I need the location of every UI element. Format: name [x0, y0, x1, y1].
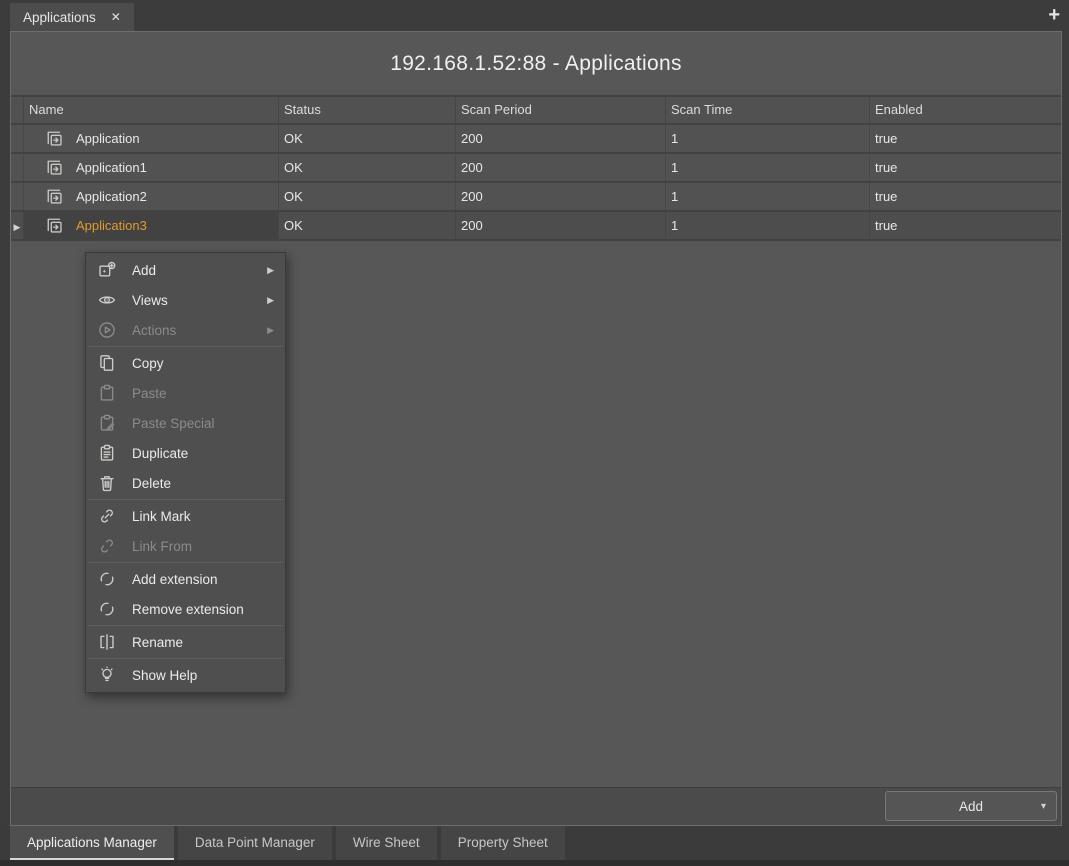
add-icon — [98, 261, 118, 279]
help-icon — [98, 666, 118, 684]
close-icon[interactable]: ✕ — [111, 10, 121, 24]
actions-icon — [98, 321, 118, 339]
menu-item-link-mark[interactable]: Link Mark — [86, 501, 285, 531]
cell-enabled: true — [870, 183, 1061, 210]
row-selector-gutter: ▶ — [11, 212, 24, 239]
table-row-application[interactable]: Application OK 200 1 true — [11, 125, 1061, 154]
application-name: Application1 — [76, 154, 147, 181]
extension-icon — [98, 600, 118, 618]
bottom-tab-bar: Applications ManagerData Point ManagerWi… — [0, 826, 1069, 860]
row-selector-gutter — [11, 183, 24, 210]
rename-icon — [98, 633, 118, 651]
tab-data-point-manager[interactable]: Data Point Manager — [178, 826, 332, 860]
column-header-gutter — [11, 97, 24, 123]
menu-item-actions: Actions ▶ — [86, 315, 285, 345]
menu-item-add-extension[interactable]: Add extension — [86, 564, 285, 594]
menu-separator — [88, 499, 283, 500]
cell-scan-time: 1 — [666, 125, 870, 152]
column-header-name[interactable]: Name — [24, 97, 279, 123]
table-row-application2[interactable]: Application2 OK 200 1 true — [11, 183, 1061, 212]
link-icon — [98, 507, 118, 525]
application-name: Application3 — [76, 212, 147, 239]
cell-enabled: true — [870, 154, 1061, 181]
context-menu: Add ▶ Views ▶ Actions ▶ Copy Paste Paste… — [85, 252, 286, 693]
column-header-scan-time[interactable]: Scan Time — [666, 97, 870, 123]
menu-item-delete[interactable]: Delete — [86, 468, 285, 498]
views-icon — [98, 291, 118, 309]
add-button[interactable]: Add ▾ — [885, 791, 1057, 821]
cell-name: Application3 — [24, 212, 279, 239]
menu-item-copy[interactable]: Copy — [86, 348, 285, 378]
bottom-bar: Applications ManagerData Point ManagerWi… — [0, 826, 1069, 866]
cell-name: Application1 — [24, 154, 279, 181]
cell-name: Application — [24, 125, 279, 152]
tab-wire-sheet[interactable]: Wire Sheet — [336, 826, 437, 860]
application-name: Application — [76, 125, 140, 152]
table-body: Application OK 200 1 true Application1 O… — [11, 125, 1061, 241]
menu-item-paste-special: Paste Special — [86, 408, 285, 438]
cell-name: Application2 — [24, 183, 279, 210]
copy-icon — [98, 354, 118, 372]
column-header-enabled[interactable]: Enabled — [870, 97, 1061, 123]
cell-status: OK — [279, 212, 456, 239]
application-icon — [46, 159, 66, 177]
duplicate-icon — [98, 444, 118, 462]
menu-item-duplicate[interactable]: Duplicate — [86, 438, 285, 468]
menu-separator — [88, 346, 283, 347]
selected-row-arrow-icon: ▶ — [14, 222, 21, 232]
cell-scan-period: 200 — [456, 183, 666, 210]
menu-separator — [88, 658, 283, 659]
application-icon — [46, 217, 66, 235]
table-row-application3[interactable]: ▶ Application3 OK 200 1 true — [11, 212, 1061, 241]
tab-property-sheet[interactable]: Property Sheet — [441, 826, 565, 860]
menu-item-paste: Paste — [86, 378, 285, 408]
table-header: Name Status Scan Period Scan Time Enable… — [11, 95, 1061, 125]
cell-status: OK — [279, 183, 456, 210]
column-header-scan-period[interactable]: Scan Period — [456, 97, 666, 123]
submenu-arrow-icon: ▶ — [267, 325, 274, 336]
menu-item-rename[interactable]: Rename — [86, 627, 285, 657]
application-icon — [46, 130, 66, 148]
menu-separator — [88, 562, 283, 563]
tab-applications-label: Applications — [23, 10, 96, 25]
cell-status: OK — [279, 125, 456, 152]
cell-enabled: true — [870, 212, 1061, 239]
top-tab-bar: Applications ✕ + — [0, 0, 1069, 31]
menu-item-add[interactable]: Add ▶ — [86, 255, 285, 285]
paste-icon — [98, 384, 118, 402]
menu-separator — [88, 625, 283, 626]
cell-scan-time: 1 — [666, 183, 870, 210]
cell-scan-period: 200 — [456, 212, 666, 239]
cell-status: OK — [279, 154, 456, 181]
column-header-status[interactable]: Status — [279, 97, 456, 123]
application-icon — [46, 188, 66, 206]
row-selector-gutter — [11, 125, 24, 152]
paste-special-icon — [98, 414, 118, 432]
cell-scan-time: 1 — [666, 212, 870, 239]
cell-scan-time: 1 — [666, 154, 870, 181]
cell-scan-period: 200 — [456, 154, 666, 181]
new-tab-button[interactable]: + — [1048, 2, 1060, 28]
page-title: 192.168.1.52:88 - Applications — [11, 32, 1061, 95]
application-name: Application2 — [76, 183, 147, 210]
table-row-application1[interactable]: Application1 OK 200 1 true — [11, 154, 1061, 183]
application-window: Applications ✕ + 192.168.1.52:88 - Appli… — [0, 0, 1069, 866]
delete-icon — [98, 474, 118, 492]
menu-item-link-from: Link From — [86, 531, 285, 561]
tab-applications[interactable]: Applications ✕ — [10, 3, 134, 31]
extension-icon — [98, 570, 118, 588]
footer-bar: Add ▾ — [11, 787, 1061, 825]
submenu-arrow-icon: ▶ — [267, 295, 274, 306]
caret-down-icon: ▾ — [1041, 801, 1046, 812]
cell-enabled: true — [870, 125, 1061, 152]
tab-applications-manager[interactable]: Applications Manager — [10, 826, 174, 860]
link-broken-icon — [98, 537, 118, 555]
submenu-arrow-icon: ▶ — [267, 265, 274, 276]
menu-item-show-help[interactable]: Show Help — [86, 660, 285, 690]
menu-item-remove-extension[interactable]: Remove extension — [86, 594, 285, 624]
row-selector-gutter — [11, 154, 24, 181]
menu-item-views[interactable]: Views ▶ — [86, 285, 285, 315]
cell-scan-period: 200 — [456, 125, 666, 152]
add-button-label: Add — [959, 799, 983, 814]
